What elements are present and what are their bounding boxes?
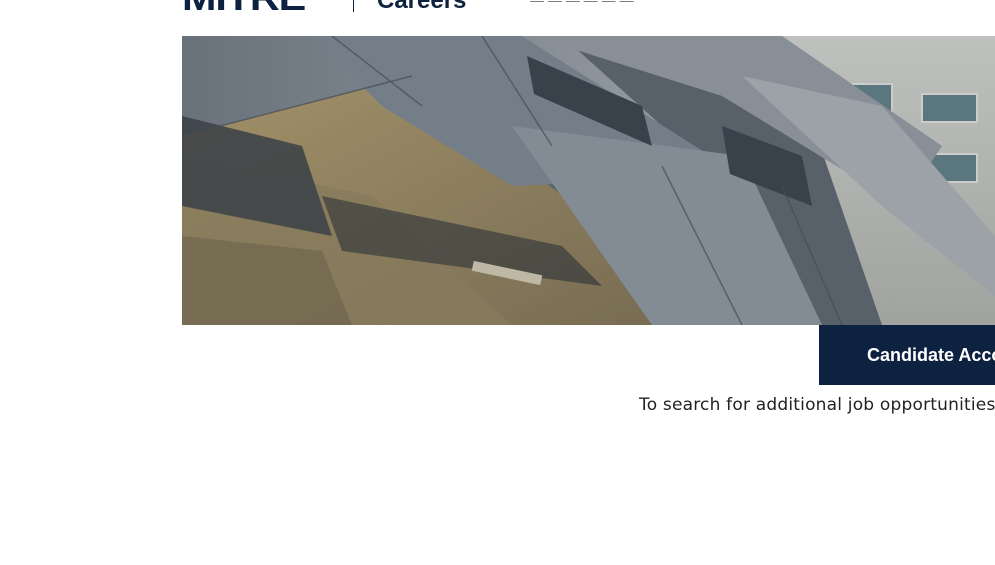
careers-title[interactable]: Careers — [377, 0, 466, 13]
candidate-account-button[interactable]: Candidate Acco — [819, 325, 995, 385]
header-divider — [353, 0, 354, 12]
search-hint-text: To search for additional job opportuniti… — [639, 395, 995, 415]
hero-image — [182, 36, 995, 325]
site-header: MITRE Careers — — — — — — — [0, 0, 995, 36]
mitre-logo[interactable]: MITRE — [182, 0, 306, 16]
header-subnav[interactable]: — — — — — — — [530, 0, 668, 2]
building-photo-icon — [182, 36, 995, 325]
